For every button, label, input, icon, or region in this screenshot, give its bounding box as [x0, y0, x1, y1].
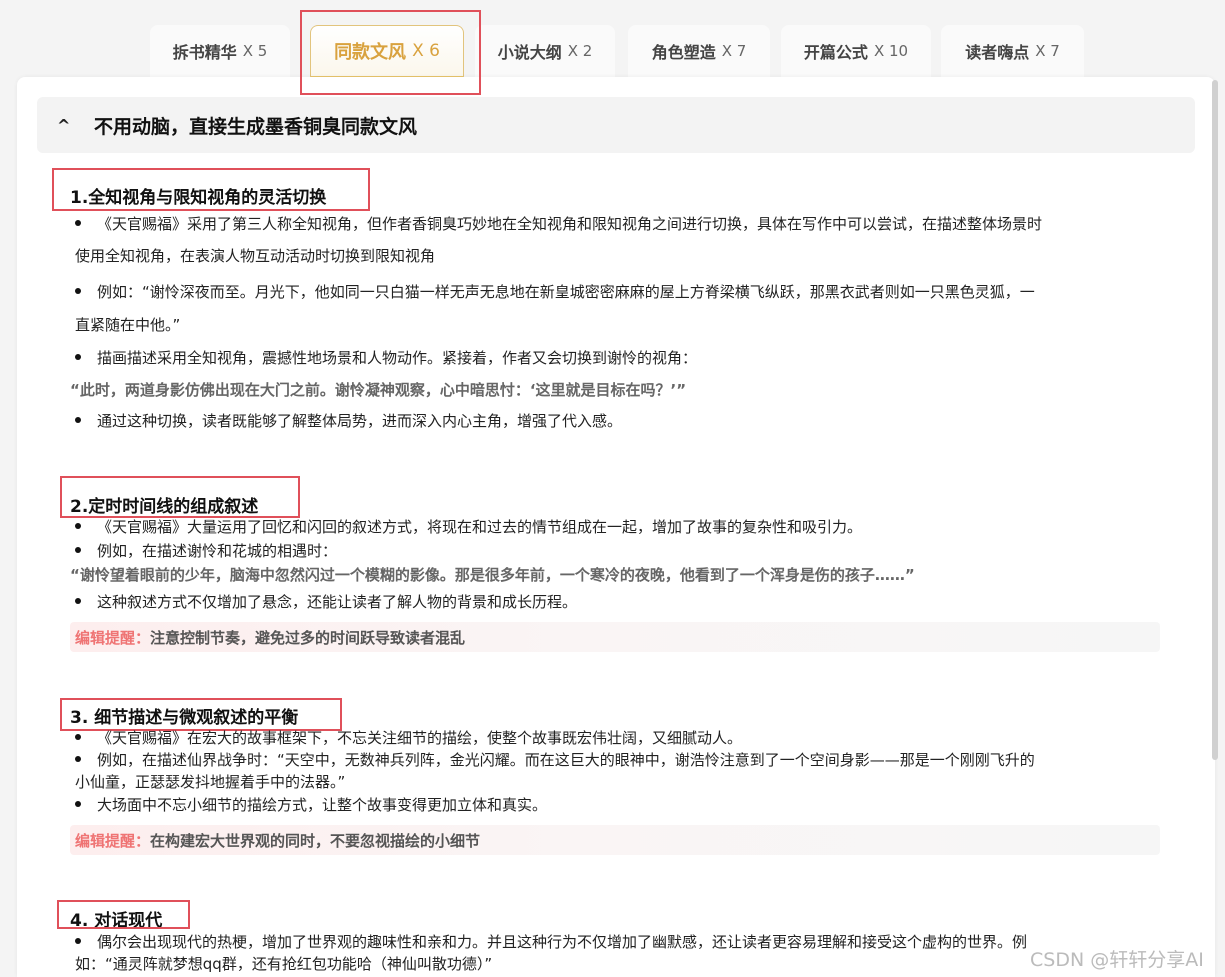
list-item: 偶尔会出现现代的热梗，增加了世界观的趣味性和亲和力。并且这种行为不仅增加了幽默感…	[75, 931, 1027, 952]
list-item-text: 《天官赐福》大量运用了回忆和闪回的叙述方式，将现在和过去的情节组成在一起，增加了…	[97, 518, 863, 536]
tab-bar: 拆书精华 X 5 同款文风 X 6 小说大纲 X 2 角色塑造 X 7 开篇公式…	[0, 0, 1225, 80]
caret-up-icon[interactable]: ^	[57, 116, 77, 135]
list-item-text: 例如，在描述谢怜和花城的相遇时：	[97, 542, 338, 560]
list-item-text: 偶尔会出现现代的热梗，增加了世界观的趣味性和亲和力。并且这种行为不仅增加了幽默感…	[97, 933, 1028, 951]
tab-count: X 5	[242, 42, 268, 60]
scrollbar[interactable]	[1212, 80, 1218, 760]
tab-count: X 7	[721, 42, 747, 60]
list-item-continuation: 如：“通灵阵就梦想qq群，还有抢红包功能哈（神仙叫散功德）”	[75, 955, 493, 973]
list-item: 这种叙述方式不仅增加了悬念，还能让读者了解人物的背景和成长历程。	[75, 591, 577, 612]
tab-label: 同款文风	[334, 42, 407, 63]
list-item: 《天官赐福》在宏大的故事框架下，不忘关注细节的描绘，使整个故事既宏伟壮阔，又细腻…	[75, 727, 742, 748]
tab-count: X 2	[567, 42, 593, 60]
editor-tip: 编辑提醒： 注意控制节奏，避免过多的时间跃导致读者混乱	[70, 622, 1160, 652]
tab-label: 拆书精华	[172, 43, 237, 62]
list-item-text: 《天官赐福》采用了第三人称全知视角，但作者香铜臭巧妙地在全知视角和限知视角之间进…	[97, 215, 1043, 233]
tab-duzhe[interactable]: 读者嗨点 X 7	[941, 25, 1084, 77]
tab-label: 小说大纲	[497, 43, 562, 62]
list-item: 《天官赐福》采用了第三人称全知视角，但作者香铜臭巧妙地在全知视角和限知视角之间进…	[75, 213, 1042, 234]
tab-count: X 10	[873, 42, 909, 60]
list-item-text: 例如，在描述仙界战争时：“天空中，无数神兵列阵，金光闪耀。而在这巨大的眼神中，谢…	[97, 751, 1035, 769]
list-item: 例如：“谢怜深夜而至。月光下，他如同一只白猫一样无声无息地在新皇城密密麻麻的屋上…	[75, 281, 1035, 302]
heading-s1: 1.全知视角与限知视角的灵活切换	[70, 188, 327, 208]
tab-label: 角色塑造	[651, 43, 716, 62]
list-item: 《天官赐福》大量运用了回忆和闪回的叙述方式，将现在和过去的情节组成在一起，增加了…	[75, 516, 862, 537]
list-item-text: 《天官赐福》在宏大的故事框架下，不忘关注细节的描绘，使整个故事既宏伟壮阔，又细腻…	[97, 729, 743, 747]
bullet-icon	[75, 597, 81, 604]
list-item-text: 大场面中不忘小细节的描绘方式，让整个故事变得更加立体和真实。	[97, 796, 548, 814]
list-item-continuation: 小仙童，正瑟瑟发抖地握着手中的法器。”	[75, 773, 346, 791]
bullet-icon	[75, 755, 81, 762]
tab-count: X 6	[412, 41, 440, 61]
heading-s3: 3. 细节描述与微观叙述的平衡	[70, 708, 299, 728]
quote-text: “谢怜望着眼前的少年，脑海中忽然闪过一个模糊的影像。那是很多年前，一个寒冷的夜晚…	[70, 566, 915, 584]
bullet-icon	[75, 733, 81, 740]
bullet-icon	[75, 219, 81, 226]
quote-text: “此时，两道身影仿佛出现在大门之前。谢怜凝神观察，心中暗思忖：‘这里就是目标在吗…	[70, 381, 687, 399]
tab-dagang[interactable]: 小说大纲 X 2	[475, 25, 615, 77]
tab-label: 读者嗨点	[965, 43, 1030, 62]
watermark: CSDN @轩轩分享AI	[1030, 949, 1204, 971]
list-item-text: 这种叙述方式不仅增加了悬念，还能让读者了解人物的背景和成长历程。	[97, 593, 578, 611]
bullet-icon	[75, 522, 81, 529]
list-item-continuation: 使用全知视角，在表演人物互动活动时切换到限知视角	[75, 247, 436, 265]
bullet-icon	[75, 937, 81, 944]
list-item: 大场面中不忘小细节的描绘方式，让整个故事变得更加立体和真实。	[75, 794, 547, 815]
heading-s2: 2.定时时间线的组成叙述	[70, 497, 259, 517]
list-item: 通过这种切换，读者既能够了解整体局势，进而深入内心主角，增强了代入感。	[75, 410, 622, 431]
list-item: 例如，在描述谢怜和花城的相遇时：	[75, 540, 337, 561]
tab-label: 开篇公式	[803, 43, 868, 62]
bullet-icon	[75, 287, 81, 294]
heading-s4: 4. 对话现代	[70, 911, 163, 931]
collapsible-header[interactable]: ^ 不用动脑，直接生成墨香铜臭同款文风	[37, 97, 1195, 153]
tab-chaishu[interactable]: 拆书精华 X 5	[150, 25, 290, 77]
tab-tongkuan[interactable]: 同款文风 X 6	[310, 25, 464, 79]
tip-label: 编辑提醒：	[75, 831, 151, 850]
bullet-icon	[75, 353, 81, 360]
tip-text: 注意控制节奏，避免过多的时间跃导致读者混乱	[150, 628, 466, 647]
section-title: 不用动脑，直接生成墨香铜臭同款文风	[94, 115, 418, 138]
list-item-text: 描画描述采用全知视角，震撼性地场景和人物动作。紧接着，作者又会切换到谢怜的视角：	[97, 349, 698, 367]
tab-juese[interactable]: 角色塑造 X 7	[628, 25, 770, 77]
list-item: 描画描述采用全知视角，震撼性地场景和人物动作。紧接着，作者又会切换到谢怜的视角：	[75, 347, 697, 368]
editor-tip: 编辑提醒： 在构建宏大世界观的同时，不要忽视描绘的小细节	[70, 825, 1160, 855]
tab-count: X 7	[1035, 42, 1060, 60]
bullet-icon	[75, 416, 81, 423]
bullet-icon	[75, 546, 81, 553]
list-item-text: 通过这种切换，读者既能够了解整体局势，进而深入内心主角，增强了代入感。	[97, 412, 623, 430]
bullet-icon	[75, 800, 81, 807]
tab-kaipian[interactable]: 开篇公式 X 10	[781, 25, 931, 77]
list-item-text: 例如：“谢怜深夜而至。月光下，他如同一只白猫一样无声无息地在新皇城密密麻麻的屋上…	[97, 283, 1035, 301]
tip-text: 在构建宏大世界观的同时，不要忽视描绘的小细节	[150, 831, 481, 850]
list-item: 例如，在描述仙界战争时：“天空中，无数神兵列阵，金光闪耀。而在这巨大的眼神中，谢…	[75, 749, 1035, 770]
tip-label: 编辑提醒：	[75, 628, 151, 647]
list-item-continuation: 直紧随在中他。”	[75, 316, 181, 334]
